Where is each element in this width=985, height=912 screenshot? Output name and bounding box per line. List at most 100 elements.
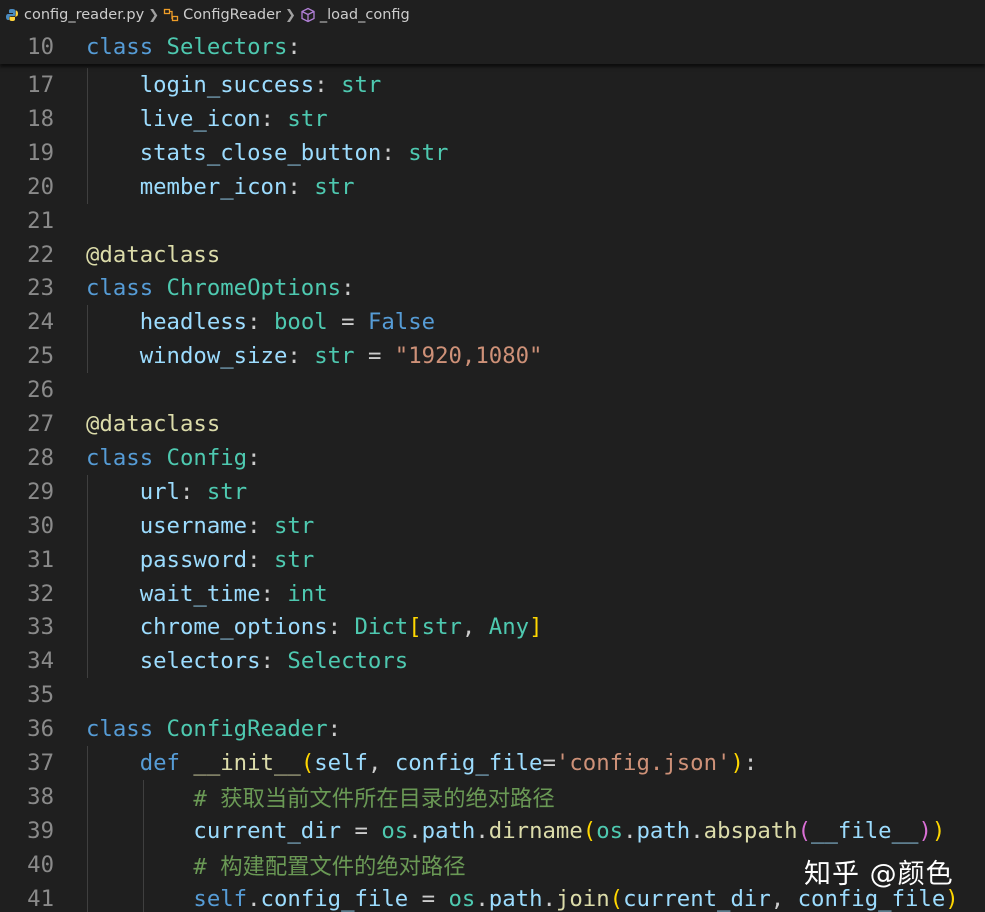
code-token: str bbox=[314, 343, 355, 370]
code-text: current_dir = os.path.dirname(os.path.ab… bbox=[86, 818, 945, 844]
line-number: 30 bbox=[27, 512, 54, 539]
code-token: ] bbox=[529, 614, 543, 641]
code-text: class ChromeOptions: bbox=[86, 275, 355, 301]
code-token: path bbox=[488, 885, 543, 912]
code-line[interactable]: 28 class Config: bbox=[0, 441, 985, 475]
code-token: headless bbox=[139, 309, 248, 336]
line-number: 40 bbox=[27, 851, 54, 878]
breadcrumb-method-label: _load_config bbox=[319, 7, 410, 23]
code-line[interactable]: 34 selectors: Selectors bbox=[0, 644, 985, 678]
code-token: ( bbox=[609, 885, 624, 912]
code-token: int bbox=[287, 580, 328, 607]
code-line[interactable]: 31 password: str bbox=[0, 543, 985, 577]
code-line[interactable]: 27 @dataclass bbox=[0, 407, 985, 441]
code-token: current_dir bbox=[193, 817, 342, 844]
code-text: class ConfigReader: bbox=[86, 716, 341, 742]
code-token: : bbox=[247, 546, 274, 573]
code-text: stats_close_button: str bbox=[86, 139, 449, 166]
code-line[interactable]: 17 login_success: str bbox=[0, 68, 985, 102]
code-token: os bbox=[596, 817, 624, 844]
code-token: ( bbox=[582, 817, 597, 844]
breadcrumb: config_reader.py ❯ ConfigReader ❯ _load_… bbox=[0, 0, 985, 30]
code-token: : bbox=[247, 309, 274, 336]
code-line[interactable]: 35 bbox=[0, 678, 985, 712]
line-number: 26 bbox=[27, 377, 54, 404]
code-token: join bbox=[555, 885, 610, 912]
code-token: selectors bbox=[139, 648, 261, 675]
line-number: 23 bbox=[27, 275, 54, 302]
code-token: : bbox=[247, 512, 274, 539]
code-token: : bbox=[341, 275, 355, 302]
line-number: 24 bbox=[27, 309, 54, 336]
line-number: 19 bbox=[27, 139, 54, 166]
code-token: : bbox=[179, 478, 207, 505]
code-token: stats_close_button bbox=[139, 139, 382, 166]
code-line[interactable]: 37 def __init__(self, config_file='confi… bbox=[0, 746, 985, 780]
code-token: : bbox=[260, 648, 288, 675]
code-text: # 获取当前文件所在目录的绝对路径 bbox=[86, 781, 555, 813]
code-line[interactable]: 36 class ConfigReader: bbox=[0, 712, 985, 746]
code-text: @dataclass bbox=[86, 242, 220, 268]
code-line[interactable]: 23 class ChromeOptions: bbox=[0, 271, 985, 305]
line-number: 22 bbox=[27, 241, 54, 268]
code-line[interactable]: 29 url: str bbox=[0, 475, 985, 509]
code-token: ( bbox=[797, 817, 812, 844]
code-token: dirname bbox=[488, 817, 583, 844]
code-line[interactable]: 33 chrome_options: Dict[str, Any] bbox=[0, 610, 985, 644]
code-editor[interactable]: 10 class Selectors: 17 login_success: str 1… bbox=[0, 30, 985, 912]
code-line[interactable]: 25 window_size: str = "1920,1080" bbox=[0, 339, 985, 373]
breadcrumb-file-label: config_reader.py bbox=[24, 7, 145, 23]
line-number: 21 bbox=[27, 207, 54, 234]
code-token: path bbox=[421, 817, 476, 844]
method-cube-icon bbox=[300, 7, 316, 23]
code-token: class bbox=[86, 34, 167, 60]
code-token: 'config.json' bbox=[555, 750, 731, 776]
code-token: ChromeOptions bbox=[166, 275, 342, 302]
code-line[interactable]: 32 wait_time: int bbox=[0, 577, 985, 611]
code-line[interactable]: 18 live_icon: str bbox=[0, 102, 985, 136]
code-line[interactable]: 22 @dataclass bbox=[0, 238, 985, 272]
code-token: os bbox=[448, 885, 476, 912]
code-token: : bbox=[287, 34, 301, 60]
code-line[interactable]: 30 username: str bbox=[0, 509, 985, 543]
code-token: str bbox=[341, 72, 382, 98]
code-token: Config bbox=[166, 444, 248, 471]
code-text: def __init__(self, config_file='config.j… bbox=[86, 750, 758, 776]
code-token: str bbox=[421, 614, 462, 641]
code-line[interactable]: 19 stats_close_button: str bbox=[0, 136, 985, 170]
line-number: 31 bbox=[27, 546, 54, 573]
code-text: class Selectors: bbox=[86, 34, 301, 60]
code-token: ( bbox=[300, 750, 315, 776]
code-line[interactable]: 38 # 获取当前文件所在目录的绝对路径 bbox=[0, 780, 985, 814]
code-line[interactable]: 24 headless: bool = False bbox=[0, 305, 985, 339]
code-line[interactable]: 20 member_icon: str bbox=[0, 170, 985, 204]
code-text: wait_time: int bbox=[86, 581, 328, 607]
breadcrumb-file[interactable]: config_reader.py bbox=[4, 7, 144, 23]
code-token: ) bbox=[931, 817, 946, 844]
breadcrumb-class[interactable]: ConfigReader bbox=[163, 7, 281, 23]
code-token: # 获取当前文件所在目录的绝对路径 bbox=[193, 785, 555, 812]
code-token: False bbox=[367, 309, 436, 336]
code-token: : bbox=[743, 750, 758, 776]
code-text: # 构建配置文件的绝对路径 bbox=[86, 849, 465, 881]
line-number: 41 bbox=[27, 885, 54, 912]
code-token: ) bbox=[730, 750, 744, 776]
code-line[interactable]: 21 bbox=[0, 204, 985, 238]
code-token: password bbox=[139, 546, 248, 573]
sticky-scroll-line[interactable]: 10 class Selectors: bbox=[0, 30, 985, 64]
code-token: . bbox=[408, 817, 422, 844]
breadcrumb-method[interactable]: _load_config bbox=[300, 7, 410, 23]
code-token: bool bbox=[273, 309, 328, 336]
code-line[interactable]: 26 bbox=[0, 373, 985, 407]
code-line[interactable]: 39 current_dir = os.path.dirname(os.path… bbox=[0, 814, 985, 848]
